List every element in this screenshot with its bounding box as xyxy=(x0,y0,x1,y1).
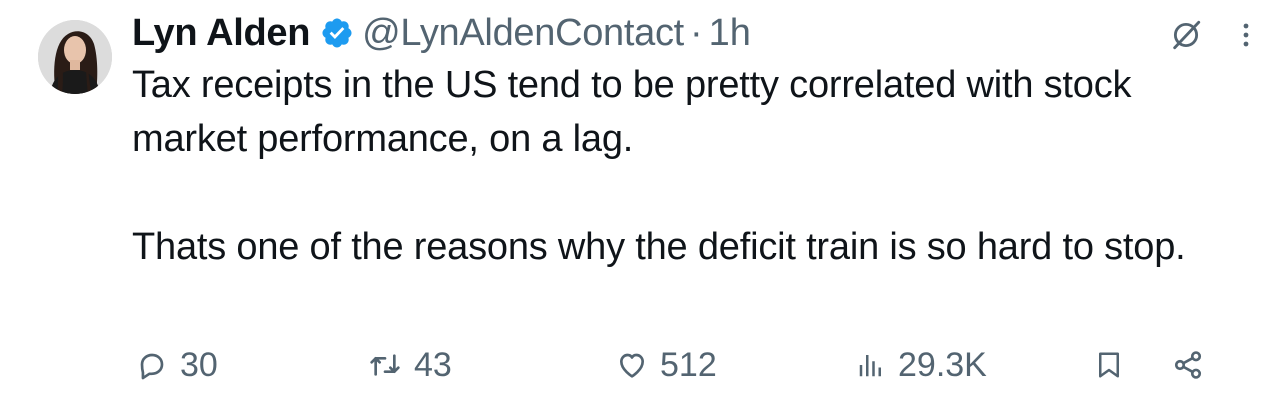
views-icon xyxy=(856,349,886,381)
like-button[interactable]: 512 xyxy=(616,340,717,390)
views-button[interactable]: 29.3K xyxy=(856,340,987,390)
reply-button[interactable]: 30 xyxy=(136,340,218,390)
repost-icon xyxy=(368,349,402,381)
verified-badge-icon xyxy=(320,16,354,50)
author-handle[interactable]: @LynAldenContact xyxy=(362,12,684,55)
like-count: 512 xyxy=(660,345,717,384)
bookmark-icon xyxy=(1094,349,1124,381)
header-separator: · xyxy=(689,11,703,54)
reply-icon xyxy=(136,349,168,381)
views-count: 29.3K xyxy=(898,345,987,384)
bookmark-button[interactable] xyxy=(1094,340,1124,390)
tweet-top-actions xyxy=(1169,18,1251,52)
avatar[interactable] xyxy=(38,20,112,94)
share-icon xyxy=(1172,349,1204,381)
author-name[interactable]: Lyn Alden xyxy=(132,12,310,55)
repost-button[interactable]: 43 xyxy=(368,340,452,390)
tweet-paragraph: Thats one of the reasons why the deficit… xyxy=(132,226,1186,268)
grok-icon[interactable] xyxy=(1169,18,1203,52)
share-button[interactable] xyxy=(1172,340,1204,390)
tweet-action-bar: 30 43 512 29.3K xyxy=(132,340,1222,390)
more-icon[interactable] xyxy=(1241,21,1251,49)
tweet-timestamp[interactable]: 1h xyxy=(709,12,751,55)
tweet[interactable]: Lyn Alden @LynAldenContact · 1h Tax rece… xyxy=(0,0,1271,405)
repost-count: 43 xyxy=(414,345,452,384)
tweet-header: Lyn Alden @LynAldenContact · 1h xyxy=(132,10,751,56)
avatar-photo xyxy=(38,20,112,94)
like-icon xyxy=(616,349,648,381)
tweet-text: Tax receipts in the US tend to be pretty… xyxy=(132,58,1222,274)
tweet-paragraph: Tax receipts in the US tend to be pretty… xyxy=(132,64,1132,160)
reply-count: 30 xyxy=(180,345,218,384)
